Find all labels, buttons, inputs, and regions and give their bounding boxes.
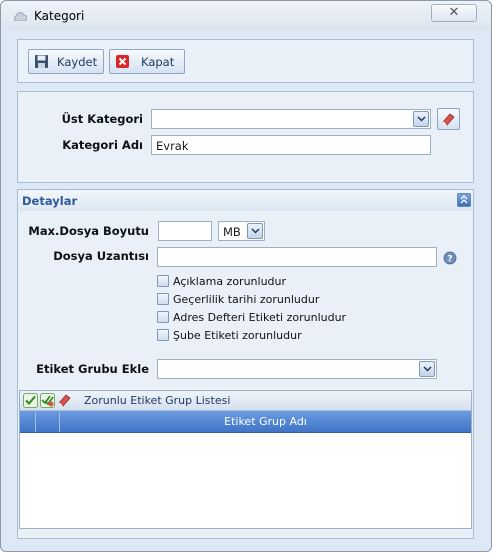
max-size-label: Max.Dosya Boyutu bbox=[28, 224, 149, 238]
tag-group-dropdown[interactable] bbox=[157, 359, 437, 379]
checkbox[interactable] bbox=[157, 293, 169, 305]
checkbox-label[interactable]: Adres Defteri Etiketi zorunludur bbox=[173, 311, 346, 324]
toolbar-panel: Kaydet Kapat bbox=[17, 39, 474, 83]
category-panel: Üst Kategori Kategori Adı Evrak bbox=[17, 91, 474, 183]
parent-category-dropdown[interactable] bbox=[151, 109, 431, 129]
unit-dropdown[interactable]: MB bbox=[218, 221, 265, 241]
details-title: Detaylar bbox=[22, 194, 78, 208]
checkbox[interactable] bbox=[157, 329, 169, 341]
grid-column-header-label: Etiket Grup Adı bbox=[224, 415, 307, 428]
clear-icon[interactable] bbox=[57, 393, 72, 408]
help-icon[interactable]: ? bbox=[443, 251, 457, 265]
details-header[interactable]: Detaylar bbox=[17, 189, 474, 211]
grid-header-row: Etiket Grup Adı bbox=[20, 411, 471, 433]
category-name-input[interactable]: Evrak bbox=[151, 135, 431, 155]
grid-title: Zorunlu Etiket Grup Listesi bbox=[84, 394, 231, 407]
window-title: Kategori bbox=[34, 9, 85, 23]
save-button[interactable]: Kaydet bbox=[28, 49, 104, 74]
tag-group-label: Etiket Grubu Ekle bbox=[36, 362, 149, 376]
client-area: Kaydet Kapat Üst Kategori Kategori Adı E… bbox=[9, 31, 485, 545]
checkbox-label[interactable]: Geçerlilik tarihi zorunludur bbox=[173, 293, 319, 306]
unit-value: MB bbox=[223, 225, 241, 239]
close-x-icon bbox=[116, 55, 129, 68]
file-ext-input[interactable] bbox=[157, 247, 437, 267]
max-size-input[interactable] bbox=[158, 221, 212, 241]
check-all-icon[interactable] bbox=[40, 393, 55, 408]
checkbox[interactable] bbox=[157, 275, 169, 287]
grid-toolbar: Zorunlu Etiket Grup Listesi bbox=[20, 391, 471, 411]
close-button[interactable]: Kapat bbox=[109, 49, 185, 74]
close-icon: ✕ bbox=[448, 5, 460, 20]
grid-select-column[interactable] bbox=[36, 411, 60, 432]
category-name-value: Evrak bbox=[156, 139, 189, 153]
chevron-down-icon[interactable] bbox=[247, 223, 263, 239]
svg-text:?: ? bbox=[447, 255, 452, 265]
checkbox[interactable] bbox=[157, 311, 169, 323]
chevron-down-icon[interactable] bbox=[419, 361, 435, 377]
grid-indicator-column bbox=[20, 411, 36, 432]
kategori-window: Kategori ✕ Kaydet Kapat Üst Kategori Kat… bbox=[0, 0, 492, 552]
category-name-label: Kategori Adı bbox=[62, 138, 143, 152]
collapse-icon[interactable] bbox=[457, 193, 471, 207]
file-ext-label: Dosya Uzantısı bbox=[53, 249, 149, 263]
save-label: Kaydet bbox=[57, 55, 98, 69]
check-icon[interactable] bbox=[23, 393, 38, 408]
grid-body[interactable] bbox=[20, 433, 471, 528]
title-bar: Kategori ✕ bbox=[1, 1, 491, 31]
eraser-icon bbox=[442, 113, 455, 126]
checkbox-label[interactable]: Açıklama zorunludur bbox=[173, 275, 286, 288]
parent-category-label: Üst Kategori bbox=[61, 112, 143, 126]
chevron-down-icon[interactable] bbox=[413, 111, 429, 127]
clear-parent-button[interactable] bbox=[437, 108, 460, 130]
grid-column-header[interactable]: Etiket Grup Adı bbox=[60, 411, 471, 432]
cloud-icon bbox=[14, 12, 27, 21]
close-label: Kapat bbox=[141, 55, 175, 69]
tag-group-grid: Zorunlu Etiket Grup Listesi Etiket Grup … bbox=[19, 390, 472, 529]
close-window-button[interactable]: ✕ bbox=[431, 4, 477, 22]
save-icon bbox=[35, 55, 48, 68]
checkbox-label[interactable]: Şube Etiketi zorunludur bbox=[173, 329, 302, 342]
